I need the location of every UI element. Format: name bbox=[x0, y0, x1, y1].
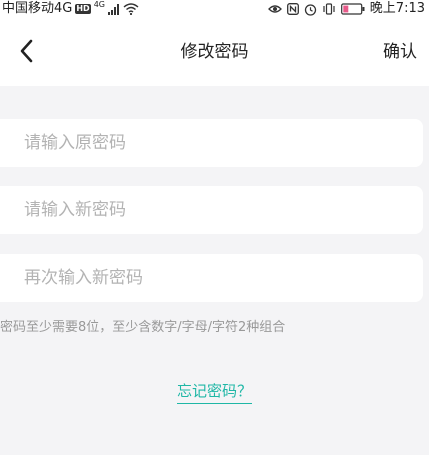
battery-icon bbox=[340, 3, 365, 15]
wifi-icon bbox=[123, 3, 139, 15]
old-password-field bbox=[0, 119, 423, 167]
nav-bar: 修改密码 确认 bbox=[0, 18, 429, 86]
carrier-label: 中国移动4G bbox=[2, 1, 73, 16]
forgot-password-link[interactable]: 忘记密码？ bbox=[176, 380, 252, 404]
page-title: 修改密码 bbox=[180, 42, 249, 62]
alarm-icon bbox=[304, 3, 317, 16]
eye-icon bbox=[267, 3, 282, 15]
confirm-button[interactable]: 确认 bbox=[383, 40, 417, 64]
confirm-password-field bbox=[0, 254, 423, 302]
vibrate-icon bbox=[322, 3, 336, 15]
status-right: 晚上7:13 bbox=[267, 0, 425, 18]
forgot-password-container: 忘记密码？ bbox=[0, 380, 429, 404]
hd-badge: HD bbox=[75, 4, 91, 14]
old-password-input[interactable] bbox=[0, 119, 423, 167]
signal-icon bbox=[108, 3, 120, 15]
clock-time: 晚上7:13 bbox=[369, 1, 425, 16]
network-type-label: 4G bbox=[93, 0, 105, 9]
password-hint: 密码至少需要8位，至少含数字/字母/字符2种组合 bbox=[0, 320, 286, 335]
status-left: 中国移动4G HD 4G bbox=[2, 0, 139, 18]
nfc-icon bbox=[286, 3, 299, 15]
new-password-input[interactable] bbox=[0, 186, 423, 234]
new-password-field bbox=[0, 186, 423, 234]
confirm-password-input[interactable] bbox=[0, 254, 423, 302]
status-bar: 中国移动4G HD 4G 晚上7:13 bbox=[0, 0, 429, 18]
